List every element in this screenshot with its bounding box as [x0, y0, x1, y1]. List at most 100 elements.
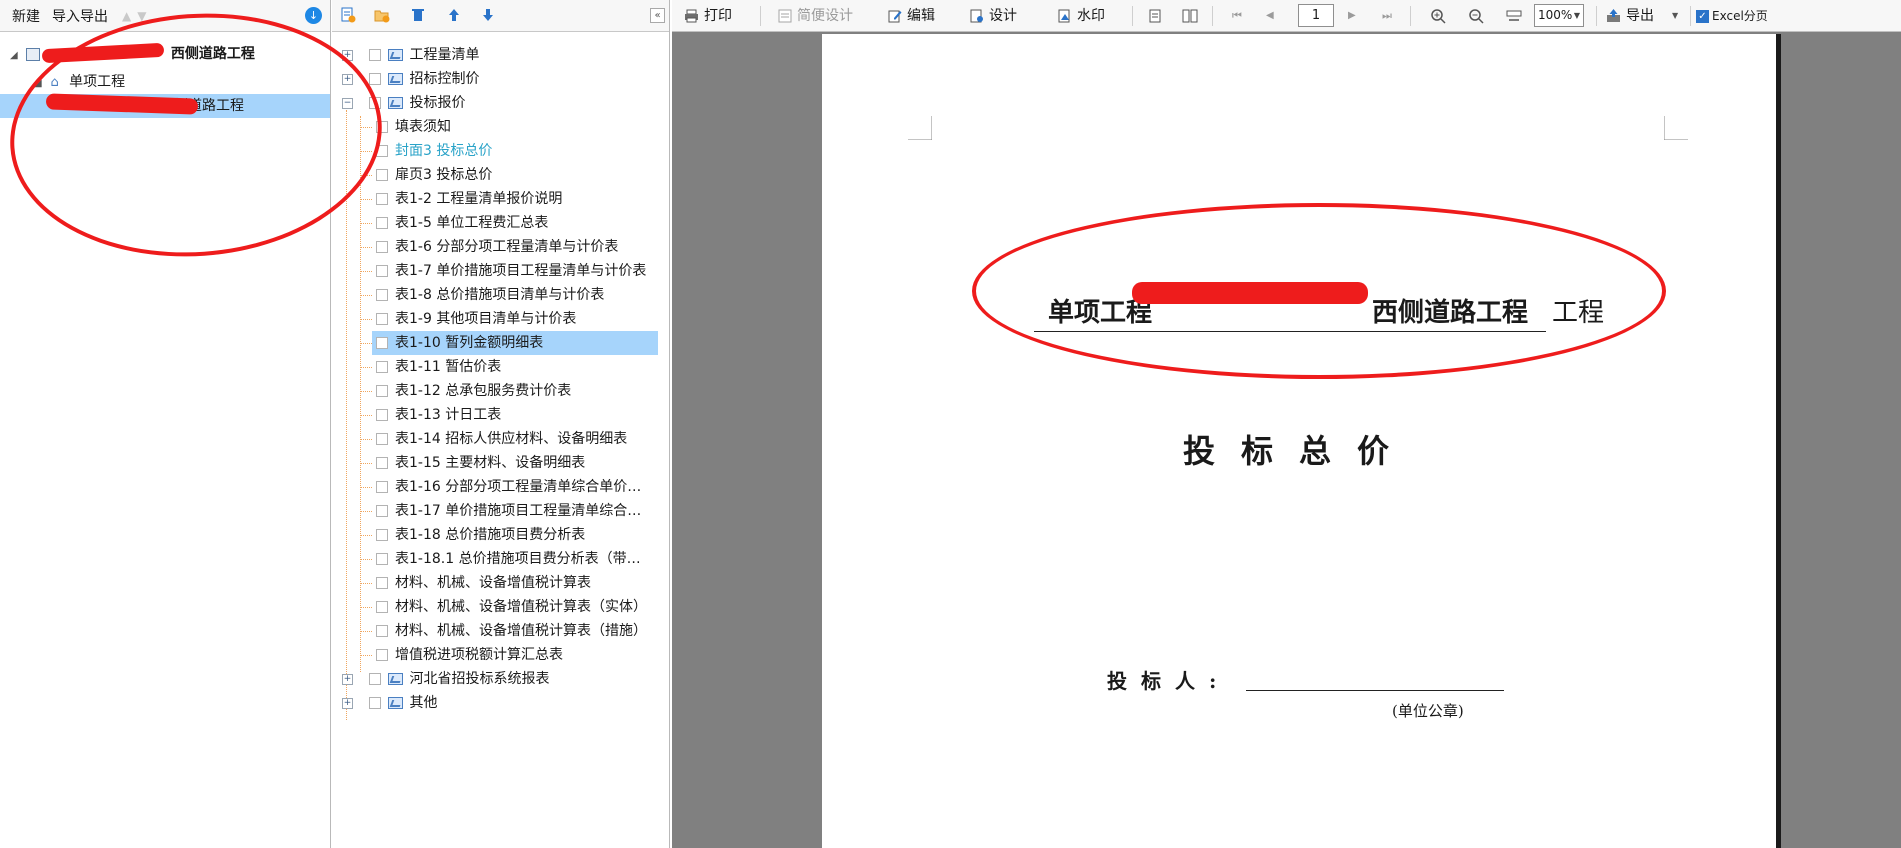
simple-design-label: 简便设计 — [797, 8, 853, 24]
report-item-label: 表1-14 招标人供应材料、设备明细表 — [395, 431, 628, 447]
report-item[interactable]: 填表须知 — [376, 115, 451, 139]
simple-design-button[interactable]: 简便设计 — [778, 0, 853, 32]
crop-mark-top-right — [1664, 116, 1688, 140]
checkbox[interactable] — [376, 337, 388, 349]
new-button[interactable]: 新建 — [12, 6, 40, 26]
page-number-input[interactable]: 1 — [1298, 4, 1334, 27]
expand-toggle-icon[interactable]: + — [342, 697, 353, 709]
zoom-in-icon[interactable] — [1430, 8, 1446, 24]
report-item[interactable]: 增值税进项税额计算汇总表 — [376, 643, 563, 667]
report-item[interactable]: 表1-7 单价措施项目工程量清单与计价表 — [376, 259, 646, 283]
move-down-icon[interactable] — [480, 7, 496, 23]
report-item-label: 表1-9 其他项目清单与计价表 — [395, 311, 577, 327]
export-button[interactable]: 导出 — [1606, 0, 1654, 32]
export-dropdown-icon[interactable]: ▼ — [1672, 0, 1678, 32]
checkbox[interactable] — [376, 553, 388, 565]
report-item[interactable]: 扉页3 投标总价 — [376, 163, 492, 187]
report-item[interactable]: 材料、机械、设备增值税计算表（实体） — [376, 595, 647, 619]
next-page-icon[interactable]: ▶ — [1348, 0, 1356, 32]
checkbox[interactable] — [369, 673, 382, 685]
report-group-label: 河北省招投标系统报表 — [409, 671, 550, 687]
report-item[interactable]: 表1-13 计日工表 — [376, 403, 501, 427]
edit-button[interactable]: 编辑 — [888, 0, 935, 32]
report-item[interactable]: 表1-11 暂估价表 — [376, 355, 501, 379]
report-group[interactable]: + 其他 — [342, 691, 437, 715]
toolbar-separator — [1212, 6, 1213, 26]
report-item[interactable]: 表1-8 总价措施项目清单与计价表 — [376, 283, 604, 307]
checkbox[interactable] — [376, 289, 388, 301]
checkbox[interactable] — [376, 217, 388, 229]
tree-guide-line — [360, 535, 372, 536]
delete-icon[interactable] — [410, 7, 426, 23]
report-item-label: 材料、机械、设备增值税计算表 — [395, 575, 591, 591]
checkbox[interactable] — [376, 625, 388, 637]
report-item[interactable]: 表1-14 招标人供应材料、设备明细表 — [376, 427, 627, 451]
report-item[interactable]: 材料、机械、设备增值税计算表（措施） — [376, 619, 647, 643]
excel-paging-checkbox[interactable]: ✓ Excel分页 — [1696, 0, 1768, 32]
checkbox[interactable] — [376, 265, 388, 277]
checkbox[interactable] — [369, 73, 382, 85]
report-item[interactable]: 封面3 投标总价 — [376, 139, 492, 163]
last-page-icon[interactable]: ⏭ — [1382, 0, 1392, 32]
checkbox[interactable] — [376, 649, 388, 661]
report-group[interactable]: + 工程量清单 — [342, 43, 479, 67]
checkbox[interactable] — [376, 241, 388, 253]
design-button[interactable]: 设计 — [970, 0, 1017, 32]
checkbox[interactable] — [369, 697, 382, 709]
prev-page-icon[interactable]: ◀ — [1266, 0, 1274, 32]
fit-width-icon[interactable] — [1506, 8, 1522, 24]
report-item[interactable]: 表1-16 分部分项工程量清单综合单价… — [376, 475, 641, 499]
single-page-icon[interactable] — [1148, 9, 1162, 23]
collapse-triangle-icon[interactable]: ◢ — [10, 44, 22, 68]
two-page-icon[interactable] — [1182, 9, 1198, 23]
move-up-icon[interactable] — [446, 7, 462, 23]
checkbox[interactable] — [376, 433, 388, 445]
zoom-out-icon[interactable] — [1468, 8, 1484, 24]
report-item[interactable]: 表1-2 工程量清单报价说明 — [376, 187, 562, 211]
collapse-panel-button[interactable]: « — [650, 8, 665, 23]
checkbox[interactable] — [376, 577, 388, 589]
print-button[interactable]: 打印 — [684, 0, 732, 32]
report-item[interactable]: 表1-9 其他项目清单与计价表 — [376, 307, 576, 331]
checkbox[interactable] — [376, 529, 388, 541]
new-folder-icon[interactable] — [374, 7, 390, 23]
report-item[interactable]: 表1-18 总价措施项目费分析表 — [376, 523, 585, 547]
checkbox[interactable] — [376, 409, 388, 421]
new-report-icon[interactable] — [340, 7, 356, 23]
design-label: 设计 — [989, 8, 1017, 24]
report-item[interactable]: 材料、机械、设备增值税计算表 — [376, 571, 591, 595]
checkbox[interactable] — [376, 481, 388, 493]
building-icon — [26, 47, 41, 61]
first-page-icon[interactable]: ⏮ — [1232, 0, 1242, 32]
watermark-button[interactable]: 水印 — [1058, 0, 1105, 32]
download-icon[interactable]: ↓ — [305, 7, 322, 24]
import-export-button[interactable]: 导入导出 — [52, 6, 108, 26]
report-group[interactable]: + 河北省招投标系统报表 — [342, 667, 549, 691]
report-item[interactable]: 表1-15 主要材料、设备明细表 — [376, 451, 585, 475]
annotation-scribble — [1132, 282, 1368, 304]
crop-mark-top-left — [908, 116, 932, 140]
bidder-label: 投标人: — [1107, 669, 1231, 693]
expand-toggle-icon[interactable]: + — [342, 673, 353, 685]
checkbox[interactable] — [376, 457, 388, 469]
checkbox[interactable] — [376, 169, 388, 181]
zoom-select[interactable]: 100% ▼ — [1534, 4, 1584, 27]
checkbox[interactable] — [376, 601, 388, 613]
checkbox[interactable] — [376, 361, 388, 373]
checkbox[interactable] — [376, 193, 388, 205]
report-item[interactable]: 表1-10 暂列金额明细表 — [372, 331, 658, 355]
checkbox[interactable] — [369, 49, 382, 61]
checkbox[interactable] — [376, 313, 388, 325]
tree-guide-line — [360, 439, 372, 440]
report-item-label: 表1-15 主要材料、设备明细表 — [395, 455, 586, 471]
checkbox[interactable] — [376, 385, 388, 397]
report-item[interactable]: 表1-5 单位工程费汇总表 — [376, 211, 548, 235]
report-item-label: 表1-5 单位工程费汇总表 — [395, 215, 549, 231]
report-item[interactable]: 表1-17 单价措施项目工程量清单综合… — [376, 499, 641, 523]
report-item[interactable]: 表1-12 总承包服务费计价表 — [376, 379, 571, 403]
report-item[interactable]: 表1-6 分部分项工程量清单与计价表 — [376, 235, 618, 259]
tree-guide-line — [360, 583, 372, 584]
checkbox[interactable] — [376, 505, 388, 517]
report-item[interactable]: 表1-18.1 总价措施项目费分析表（带… — [376, 547, 641, 571]
report-group-label: 招标控制价 — [409, 71, 480, 87]
